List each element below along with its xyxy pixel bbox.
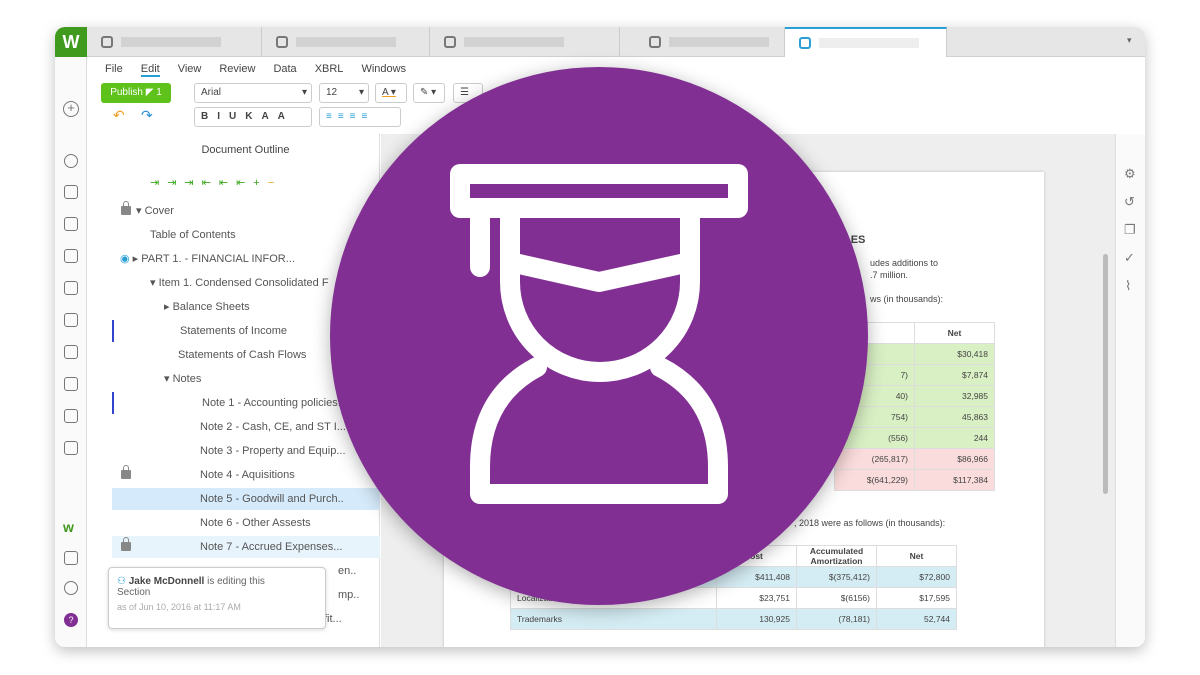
text-format-buttons[interactable]: BIUKAA xyxy=(194,107,312,127)
book-icon[interactable] xyxy=(64,249,78,263)
table-cell[interactable]: $17,595 xyxy=(876,587,957,609)
table-cell[interactable]: $30,418 xyxy=(914,343,995,365)
menu-review[interactable]: Review xyxy=(219,63,255,77)
tooltip-section: Section xyxy=(117,587,151,598)
workiva-home-icon[interactable]: w xyxy=(63,519,74,535)
document-icon xyxy=(444,36,456,48)
left-rail: + w ? xyxy=(55,57,87,647)
table-cell[interactable]: 244 xyxy=(914,427,995,449)
table-cell[interactable]: 130,925 xyxy=(716,608,797,630)
menu-view[interactable]: View xyxy=(178,63,202,77)
user-icon: ⚇ xyxy=(117,576,126,587)
graduate-student-icon xyxy=(330,67,868,605)
redo-icon[interactable]: ↷ xyxy=(141,107,153,124)
menu-file[interactable]: File xyxy=(105,63,123,77)
tabs-dropdown-icon[interactable]: ▾ xyxy=(1127,35,1132,46)
lock-icon xyxy=(121,465,131,479)
scrollbar[interactable] xyxy=(1103,254,1108,494)
document-icon xyxy=(799,37,811,49)
right-rail: ⚙ ↺ ❐ ✓ ⌇ xyxy=(1115,134,1145,647)
publish-count: 1 xyxy=(156,87,162,98)
item-label: Note 4 - Aquisitions xyxy=(200,469,295,481)
check-icon[interactable]: ✓ xyxy=(1124,250,1135,266)
comment-icon[interactable] xyxy=(64,409,78,423)
doc-text: .7 million. xyxy=(870,270,909,280)
mail-icon[interactable] xyxy=(64,551,78,565)
tooltip-timestamp: as of Jun 10, 2016 at 11:17 AM xyxy=(117,602,241,612)
tab-bar: W ▾ xyxy=(55,27,1145,57)
chart-icon xyxy=(101,36,113,48)
table-cell[interactable]: 52,744 xyxy=(876,608,957,630)
tab-title-placeholder xyxy=(464,37,564,47)
tab-title-placeholder xyxy=(121,37,221,47)
tab-2[interactable] xyxy=(262,27,430,57)
tooltip-user: Jake McDonnell xyxy=(128,576,205,587)
tab-title-placeholder xyxy=(669,37,769,47)
table-cell[interactable]: $86,966 xyxy=(914,448,995,470)
help-icon[interactable]: ? xyxy=(64,613,78,627)
publish-label: Publish xyxy=(110,87,143,98)
item-label: PART 1. - FINANCIAL INFOR... xyxy=(141,253,295,265)
folder-icon[interactable] xyxy=(64,345,78,359)
flask-icon[interactable] xyxy=(64,185,78,199)
grid-icon[interactable] xyxy=(64,281,78,295)
item-label: Item 1. Condensed Consolidated F xyxy=(158,277,329,289)
filter-icon[interactable] xyxy=(64,441,78,455)
table-cell[interactable]: Trademarks xyxy=(510,608,717,630)
table-cell[interactable]: $72,800 xyxy=(876,566,957,588)
table-cell[interactable]: 32,985 xyxy=(914,385,995,407)
menu-edit[interactable]: Edit xyxy=(140,63,160,77)
table-cell[interactable]: $117,384 xyxy=(914,469,995,491)
workiva-logo: W xyxy=(55,27,87,57)
table-cell[interactable]: Net xyxy=(914,322,995,344)
lock-icon xyxy=(121,201,131,215)
chart-icon xyxy=(276,36,288,48)
history-icon[interactable] xyxy=(64,154,78,168)
outline-toolbar[interactable]: ⇥⇥⇥⇤⇤⇤+− xyxy=(150,176,282,189)
table-cell[interactable]: 45,863 xyxy=(914,406,995,428)
lock-icon xyxy=(121,537,131,551)
font-select[interactable]: Arial ▾ xyxy=(194,83,312,103)
doc-text: ws (in thousands): xyxy=(870,294,944,304)
tab-3[interactable] xyxy=(430,27,620,57)
table-cell[interactable]: Net xyxy=(876,545,957,567)
editing-tooltip: ⚇ Jake McDonnell is editing this Section… xyxy=(108,567,326,629)
table-cell[interactable]: (78,181) xyxy=(796,608,877,630)
tab-5-active[interactable] xyxy=(785,27,947,57)
item-label: Note 7 - Accrued Expenses... xyxy=(200,541,343,553)
gear-icon[interactable]: ⚙ xyxy=(1124,166,1136,182)
database-icon[interactable] xyxy=(64,313,78,327)
font-value: Arial xyxy=(201,87,222,98)
item-label: Notes xyxy=(172,373,202,385)
copy-icon[interactable] xyxy=(64,217,78,231)
table-cell[interactable]: $7,874 xyxy=(914,364,995,386)
item-label: Balance Sheets xyxy=(172,301,250,313)
tab-title-placeholder xyxy=(296,37,396,47)
publish-button[interactable]: Publish ◤ 1 xyxy=(101,83,171,103)
history-icon[interactable]: ↺ xyxy=(1124,194,1135,210)
tab-4[interactable] xyxy=(635,27,785,57)
copy-icon[interactable]: ❐ xyxy=(1124,222,1136,238)
eye-icon: ◉ xyxy=(120,253,130,265)
graduate-icon-svg xyxy=(450,164,748,504)
add-icon[interactable]: + xyxy=(63,101,79,117)
undo-icon[interactable]: ↶ xyxy=(113,107,125,124)
item-label: Cover xyxy=(144,205,174,217)
table-row: Trademarks 130,925 (78,181) 52,744 xyxy=(510,608,957,630)
document-icon xyxy=(649,36,661,48)
menu-data[interactable]: Data xyxy=(273,63,296,77)
tab-1[interactable] xyxy=(87,27,262,57)
tooltip-action: is editing this xyxy=(207,576,265,587)
attachment-icon[interactable]: ⌇ xyxy=(1125,278,1131,294)
inbox-icon[interactable] xyxy=(64,377,78,391)
tab-title-placeholder xyxy=(819,38,919,48)
doc-text: udes additions to xyxy=(870,258,939,268)
user-icon[interactable] xyxy=(64,581,78,595)
